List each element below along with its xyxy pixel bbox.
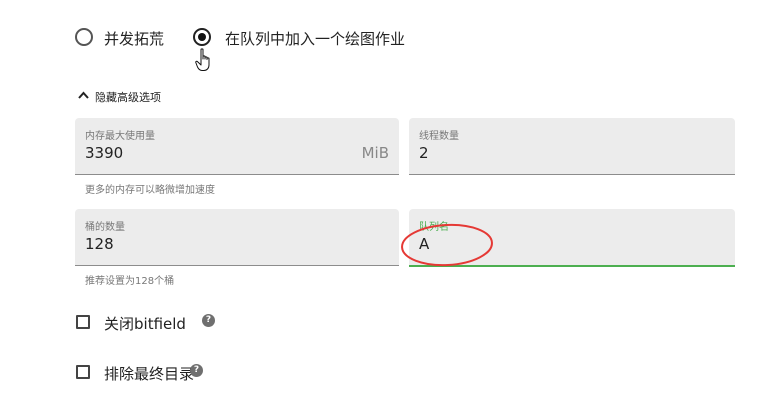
bucket-count-value: 128 bbox=[85, 235, 114, 253]
thread-count-label: 线程数量 bbox=[419, 131, 459, 142]
hand-pointer-icon bbox=[195, 48, 210, 71]
exclude-final-dir-checkbox[interactable] bbox=[76, 365, 90, 379]
thread-count-field[interactable]: 线程数量 2 bbox=[409, 118, 735, 175]
radio-add-to-queue-label: 在队列中加入一个绘图作业 bbox=[225, 30, 406, 48]
bucket-count-field[interactable]: 桶的数量 128 bbox=[75, 209, 399, 266]
radio-selected-dot bbox=[198, 33, 206, 41]
help-circle-icon[interactable]: ? bbox=[190, 364, 203, 377]
help-circle-icon[interactable]: ? bbox=[202, 314, 215, 327]
memory-max-field[interactable]: 内存最大使用量 3390 MiB bbox=[75, 118, 399, 175]
radio-parallel-plotting[interactable] bbox=[75, 28, 93, 46]
disable-bitfield-checkbox[interactable] bbox=[76, 315, 90, 329]
annotation-ellipse bbox=[401, 223, 493, 267]
disable-bitfield-label: 关闭bitfield bbox=[104, 315, 186, 333]
thread-count-value: 2 bbox=[419, 144, 429, 162]
memory-hint: 更多的内存可以略微增加速度 bbox=[85, 185, 215, 196]
bucket-hint: 推荐设置为128个桶 bbox=[85, 276, 175, 287]
hide-advanced-toggle[interactable]: 隐藏高级选项 bbox=[95, 89, 161, 105]
memory-max-value: 3390 bbox=[85, 144, 124, 162]
radio-parallel-label: 并发拓荒 bbox=[104, 30, 165, 48]
memory-unit-suffix: MiB bbox=[361, 144, 389, 162]
bucket-count-label: 桶的数量 bbox=[85, 222, 125, 233]
exclude-final-dir-label: 排除最终目录 bbox=[104, 365, 195, 383]
chevron-up-icon[interactable] bbox=[78, 91, 89, 99]
radio-add-to-queue[interactable] bbox=[193, 28, 211, 46]
memory-max-label: 内存最大使用量 bbox=[85, 131, 155, 142]
